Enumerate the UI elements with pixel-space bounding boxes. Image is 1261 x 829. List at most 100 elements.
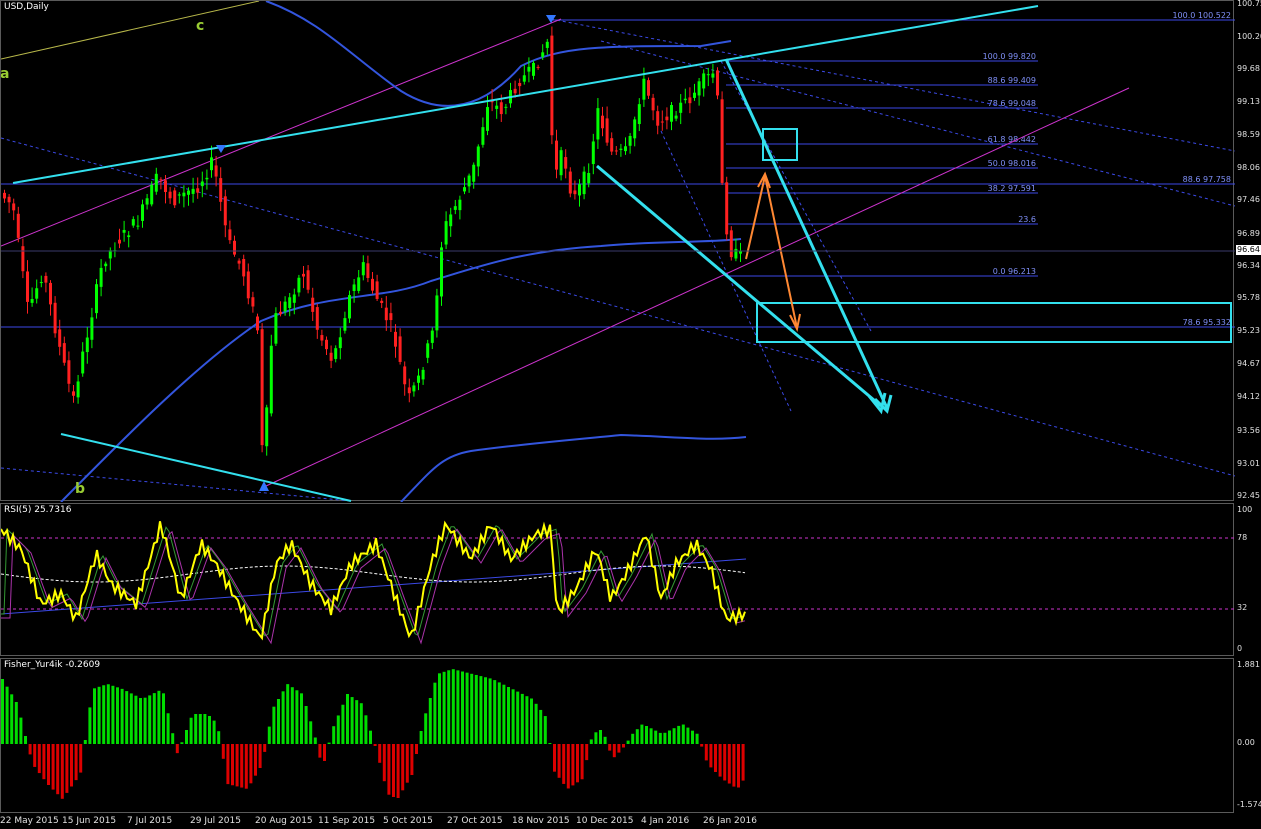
- fisher-bar: [97, 686, 101, 744]
- fisher-bar: [635, 729, 639, 744]
- fisher-bar: [249, 744, 253, 784]
- fisher-bar: [428, 698, 432, 744]
- fisher-bar: [608, 744, 612, 751]
- fisher-bar: [507, 687, 510, 744]
- fisher-bar: [185, 730, 188, 744]
- fib-level-label: 0.0 96.213: [993, 267, 1036, 276]
- price-axis-label: 94.12: [1237, 392, 1260, 401]
- fisher-bar: [263, 744, 267, 752]
- candle-body: [495, 105, 499, 109]
- fisher-bar: [378, 744, 382, 763]
- fisher-bar: [134, 695, 138, 744]
- candle-body: [49, 282, 52, 305]
- candle-body: [200, 181, 204, 187]
- fib-level-label: 38.2 97.591: [988, 184, 1036, 193]
- fisher-bar: [143, 697, 147, 744]
- fisher-bar: [290, 687, 294, 744]
- candle-body: [352, 284, 356, 291]
- fisher-bar: [566, 744, 570, 789]
- candle-body: [214, 165, 218, 177]
- fisher-bar: [139, 698, 142, 744]
- moving-average-line: [265, 1, 732, 107]
- fisher-bar: [10, 694, 14, 744]
- rsi-title: RSI(5) 25.7316: [4, 505, 72, 515]
- candle-body: [637, 104, 641, 125]
- fisher-pane[interactable]: Fisher_Yur4ik -0.2609: [0, 658, 1234, 813]
- fisher-bar: [410, 744, 414, 775]
- fisher-bar: [208, 716, 211, 744]
- candle-body: [573, 190, 577, 195]
- candle-body: [513, 88, 517, 94]
- candle-body: [610, 138, 614, 152]
- fisher-bar: [148, 695, 152, 744]
- candle-body: [628, 135, 632, 146]
- candle-body: [30, 299, 34, 303]
- candle-body: [177, 194, 181, 196]
- fisher-bar: [300, 693, 303, 744]
- candle-body: [430, 330, 434, 343]
- candle-body: [541, 52, 545, 57]
- candle-body: [210, 157, 213, 171]
- candle-body: [315, 307, 319, 330]
- candle-body: [734, 248, 738, 259]
- fisher-bar: [47, 744, 50, 785]
- fisher-bar: [336, 715, 340, 744]
- price-chart-pane[interactable]: USD,Daily 100.0 100.522 100.0 99.820 88.6 …: [0, 0, 1235, 502]
- fisher-bar: [152, 693, 156, 744]
- candle-body: [481, 127, 485, 145]
- fisher-bar: [175, 744, 179, 754]
- candle-body: [260, 329, 264, 446]
- fisher-bar: [396, 744, 400, 798]
- candle-body: [670, 105, 673, 122]
- time-axis-label: 4 Jan 2016: [641, 816, 690, 826]
- candle-body: [311, 297, 315, 312]
- fisher-axis: 1.881 0.00 -1.574: [1234, 658, 1261, 813]
- candle-body: [499, 102, 503, 115]
- fisher-bar: [341, 704, 345, 744]
- candle-body: [555, 140, 558, 170]
- fisher-bar: [189, 717, 193, 744]
- fisher-bar: [594, 732, 598, 744]
- fisher-bar: [553, 744, 556, 772]
- fisher-bar: [166, 713, 170, 744]
- fisher-bar: [226, 744, 230, 785]
- fisher-bar: [502, 684, 506, 744]
- rsi-pane[interactable]: RSI(5) 25.7316: [0, 503, 1235, 656]
- fib-level-label: 23.6: [1018, 215, 1036, 224]
- price-axis-label: 94.67: [1237, 359, 1260, 368]
- candle-body: [191, 188, 195, 194]
- fisher-bar: [258, 744, 262, 768]
- fisher-bar: [465, 672, 469, 744]
- fisher-bar: [235, 744, 239, 787]
- fisher-bar: [364, 715, 368, 744]
- fisher-bar: [318, 744, 322, 758]
- candle-body: [550, 35, 554, 136]
- price-axis-label: 100.20: [1237, 32, 1261, 41]
- price-axis-label: 97.46: [1237, 195, 1260, 204]
- candle-body: [444, 221, 448, 245]
- candle-body: [453, 206, 457, 210]
- candle-body: [463, 187, 466, 192]
- candle-body: [62, 343, 66, 363]
- candle-body: [720, 99, 724, 183]
- time-axis-label: 7 Jul 2015: [127, 816, 173, 826]
- fisher-bar: [272, 706, 276, 744]
- fisher-bar: [401, 744, 405, 791]
- candle-body: [58, 329, 62, 347]
- fisher-bar: [286, 684, 290, 744]
- fisher-bar: [212, 720, 216, 744]
- fisher-bar: [198, 714, 202, 744]
- price-chart-canvas[interactable]: 100.0 100.522 100.0 99.820 88.6 99.409 78.6…: [1, 1, 1235, 502]
- price-axis-label: 98.06: [1237, 163, 1260, 172]
- fisher-bar: [470, 673, 474, 744]
- candle-body: [334, 348, 338, 359]
- fisher-bar: [88, 707, 92, 744]
- candle-body: [559, 150, 563, 176]
- fisher-bar: [672, 728, 676, 744]
- fisher-bar: [530, 698, 533, 744]
- candle-body: [587, 172, 591, 184]
- fisher-bar: [686, 727, 690, 744]
- candle-body: [90, 317, 94, 340]
- fisher-bar: [668, 730, 671, 744]
- fisher-bar: [24, 736, 27, 744]
